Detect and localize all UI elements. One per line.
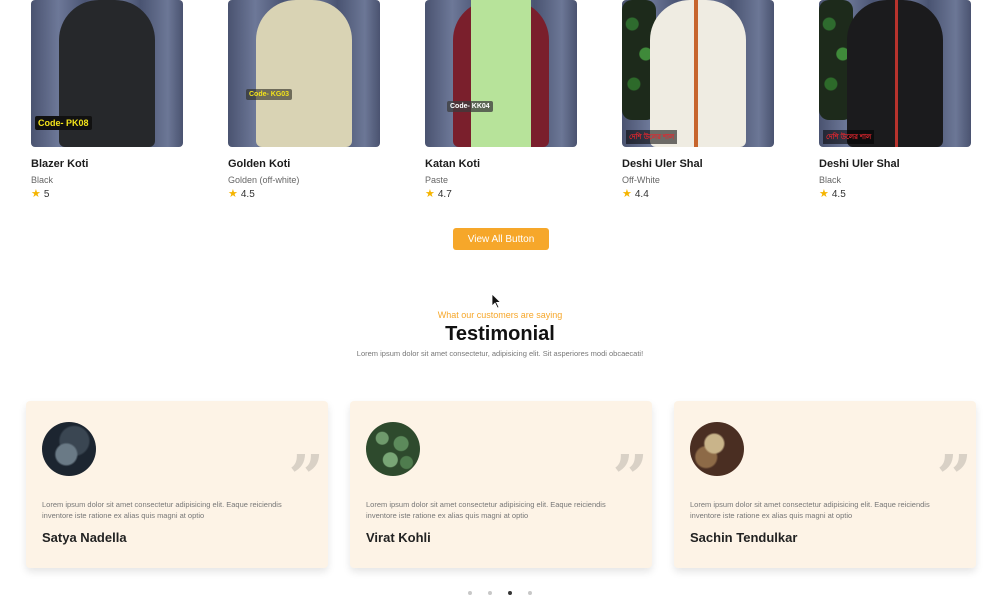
- product-color: Black: [819, 175, 842, 185]
- brand-stamp-logo: দেশি উলের শাল: [626, 130, 678, 144]
- product-image[interactable]: দেশি উলের শাল: [819, 0, 971, 147]
- carousel-dot[interactable]: [488, 591, 492, 595]
- testimonial-header: What our customers are saying Testimonia…: [0, 310, 1000, 358]
- carousel-dot[interactable]: [528, 591, 532, 595]
- product-rating: ★ 4.4: [622, 188, 774, 201]
- product-image[interactable]: Code- PK08: [31, 0, 183, 147]
- product-rating: ★ 4.5: [228, 188, 380, 201]
- product-image[interactable]: Code- KG03: [228, 0, 380, 147]
- section-title: Testimonial: [445, 323, 555, 345]
- carousel-dot[interactable]: [468, 591, 472, 595]
- testimonial-card: ” Lorem ipsum dolor sit amet consectetur…: [674, 401, 976, 568]
- product-name[interactable]: Deshi Uler Shal: [622, 158, 774, 170]
- product-card[interactable]: দেশি উলের শাল Deshi Uler Shal Black ★ 4.…: [819, 0, 971, 200]
- star-icon: ★: [31, 188, 41, 200]
- avatar: [366, 422, 420, 476]
- product-code-label: Code- KG03: [246, 89, 293, 100]
- product-code-label: Code- PK08: [35, 116, 92, 130]
- carousel-dots: [468, 591, 532, 595]
- product-color: Paste: [425, 175, 449, 185]
- product-card[interactable]: Code- PK08 Blazer Koti Black ★ 5: [31, 0, 183, 200]
- testimonial-name: Sachin Tendulkar: [690, 530, 798, 545]
- product-color: Black: [31, 175, 54, 185]
- view-all-button[interactable]: View All Button: [453, 228, 549, 250]
- product-card[interactable]: Code- KK04 Katan Koti Paste ★ 4.7: [425, 0, 577, 200]
- product-color: Golden (off-white): [228, 175, 300, 185]
- product-name[interactable]: Deshi Uler Shal: [819, 158, 971, 170]
- product-name[interactable]: Katan Koti: [425, 158, 577, 170]
- product-row: Code- PK08 Blazer Koti Black ★ 5 Code- K…: [0, 0, 1000, 210]
- product-card[interactable]: Code- KG03 Golden Koti Golden (off-white…: [228, 0, 380, 200]
- product-name[interactable]: Blazer Koti: [31, 158, 183, 170]
- section-subtitle: Lorem ipsum dolor sit amet consectetur, …: [356, 349, 644, 358]
- rating-value: 4.4: [634, 189, 649, 200]
- avatar: [42, 422, 96, 476]
- product-image[interactable]: Code- KK04: [425, 0, 577, 147]
- product-card[interactable]: দেশি উলের শাল Deshi Uler Shal Off-White …: [622, 0, 774, 200]
- testimonial-text: Lorem ipsum dolor sit amet consectetur a…: [366, 500, 606, 520]
- rating-value: 4.5: [240, 189, 255, 200]
- rating-value: 4.7: [437, 189, 452, 200]
- testimonial-card: ” Lorem ipsum dolor sit amet consectetur…: [350, 401, 652, 568]
- star-icon: ★: [228, 188, 238, 200]
- testimonial-text: Lorem ipsum dolor sit amet consectetur a…: [690, 500, 930, 520]
- testimonial-text: Lorem ipsum dolor sit amet consectetur a…: [42, 500, 282, 520]
- star-icon: ★: [819, 188, 829, 200]
- testimonial-card: ” Lorem ipsum dolor sit amet consectetur…: [26, 401, 328, 568]
- mouse-cursor-icon: [491, 293, 501, 309]
- product-image[interactable]: দেশি উলের শাল: [622, 0, 774, 147]
- product-name[interactable]: Golden Koti: [228, 158, 380, 170]
- product-rating: ★ 4.7: [425, 188, 577, 201]
- product-rating: ★ 4.5: [819, 188, 971, 201]
- testimonial-name: Satya Nadella: [42, 530, 127, 545]
- testimonial-name: Virat Kohli: [366, 530, 431, 545]
- star-icon: ★: [425, 188, 435, 200]
- product-rating: ★ 5: [31, 188, 183, 201]
- rating-value: 5: [43, 189, 50, 200]
- section-eyebrow: What our customers are saying: [437, 310, 563, 320]
- star-icon: ★: [622, 188, 632, 200]
- carousel-dot-active[interactable]: [508, 591, 512, 595]
- product-code-label: Code- KK04: [447, 101, 493, 112]
- avatar: [690, 422, 744, 476]
- brand-stamp-logo: দেশি উলের শাল: [823, 130, 875, 144]
- product-color: Off-White: [622, 175, 660, 185]
- rating-value: 4.5: [831, 189, 846, 200]
